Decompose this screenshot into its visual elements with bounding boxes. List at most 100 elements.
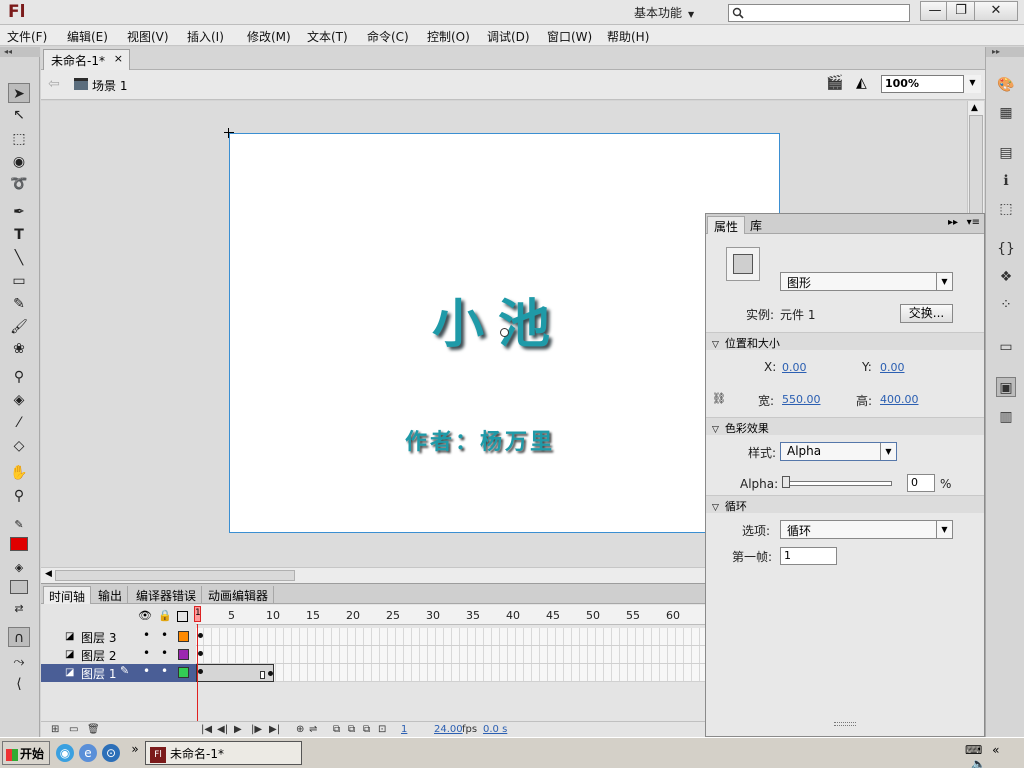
swatches-panel-icon[interactable]: ▦	[996, 103, 1016, 123]
frame-row-2[interactable]	[196, 646, 707, 664]
snap-to-objects-icon[interactable]: ∩	[8, 627, 30, 647]
style-select[interactable]: Alpha ▼	[780, 442, 897, 461]
vertical-scroll-thumb[interactable]	[969, 115, 983, 215]
lasso-tool-icon[interactable]: ➰	[8, 174, 30, 194]
keyframe[interactable]	[198, 669, 203, 674]
keyboard-icon[interactable]: ⌨	[965, 743, 982, 757]
modify-markers-icon[interactable]: ⊡	[378, 724, 386, 735]
rectangle-tool-icon[interactable]: ▭	[8, 271, 30, 291]
lock-icon[interactable]: 🔒	[158, 609, 172, 622]
play-icon[interactable]: ▶	[234, 724, 242, 735]
browser-quicklaunch-icon[interactable]: ◉	[56, 744, 74, 762]
document-tab[interactable]: 未命名-1* ×	[43, 49, 130, 70]
outline-icon[interactable]	[177, 611, 188, 622]
layer-lock-dot[interactable]: •	[161, 664, 168, 678]
properties-panel-icon[interactable]: ▣	[996, 377, 1016, 397]
straighten-icon[interactable]: ⟨	[8, 674, 30, 694]
zoom-dropdown-button[interactable]: ▼	[963, 75, 981, 93]
bone-tool-icon[interactable]: ⚲	[8, 367, 30, 387]
line-tool-icon[interactable]: ╲	[8, 248, 30, 268]
stage[interactable]: 小池 作者：杨万里	[229, 133, 780, 533]
zoom-tool-icon[interactable]: ⚲	[8, 486, 30, 506]
3d-rotation-tool-icon[interactable]: ◉	[8, 152, 30, 172]
hand-tool-icon[interactable]: ✋	[8, 463, 30, 483]
last-frame-icon[interactable]: ▶|	[269, 724, 280, 735]
poem-title-text[interactable]: 小池	[432, 282, 564, 357]
eyedropper-tool-icon[interactable]: ⁄	[8, 413, 30, 433]
alpha-slider-thumb[interactable]	[782, 476, 790, 488]
layer-outline-color[interactable]	[178, 631, 189, 642]
menu-file[interactable]: 文件(F)	[7, 28, 47, 45]
layer-row-1[interactable]: ◪ 图层 1 ✎ • •	[41, 664, 196, 682]
stage-horizontal-scrollbar[interactable]: ◀	[41, 567, 707, 583]
paint-bucket-tool-icon[interactable]: ◈	[8, 390, 30, 410]
smooth-icon[interactable]: ⤳	[8, 652, 30, 672]
collapse-panel-icon[interactable]: ▸▸	[948, 217, 958, 228]
fps-value[interactable]: 24.00	[434, 724, 463, 735]
layer-lock-dot[interactable]: •	[161, 628, 168, 642]
back-arrow-icon[interactable]: ⇦	[48, 76, 60, 92]
menu-commands[interactable]: 命令(C)	[367, 28, 409, 45]
lock-ratio-icon[interactable]: ⛓	[712, 392, 726, 405]
deco-tool-icon[interactable]: ❀	[8, 339, 30, 359]
edit-scene-icon[interactable]: 🎬	[826, 75, 843, 91]
new-layer-icon[interactable]: ⊞	[51, 724, 59, 735]
section-position-size[interactable]: ▽ 位置和大小	[706, 332, 984, 350]
tab-library[interactable]: 库	[744, 216, 768, 234]
player-quicklaunch-icon[interactable]: ⊙	[102, 744, 120, 762]
eraser-tool-icon[interactable]: ◇	[8, 436, 30, 456]
selection-tool-icon[interactable]: ➤	[8, 83, 30, 103]
more-quicklaunch-icon[interactable]: »	[126, 740, 144, 758]
tab-output[interactable]: 输出	[93, 586, 129, 604]
keyframe[interactable]	[198, 651, 203, 656]
menu-window[interactable]: 窗口(W)	[547, 28, 592, 45]
poem-author-text[interactable]: 作者：杨万里	[405, 424, 555, 456]
layer-outline-color[interactable]	[178, 667, 189, 678]
frame-row-1[interactable]	[196, 664, 707, 682]
collapse-tools-icon[interactable]: ◂◂	[0, 47, 40, 57]
subselection-tool-icon[interactable]: ↖	[8, 105, 30, 125]
scene-label[interactable]: 场景 1	[92, 77, 127, 94]
eye-icon[interactable]: 👁	[138, 609, 152, 622]
components-panel-icon[interactable]: ❖	[996, 267, 1016, 287]
current-frame-value[interactable]: 1	[401, 724, 407, 735]
new-folder-icon[interactable]: ▭	[69, 724, 78, 735]
prev-frame-icon[interactable]: ◀|	[217, 724, 228, 735]
onion-outline-icon[interactable]: ⧉	[348, 724, 355, 735]
maximize-button[interactable]: ❐	[946, 1, 976, 21]
menu-view[interactable]: 视图(V)	[127, 28, 169, 45]
menu-debug[interactable]: 调试(D)	[487, 28, 530, 45]
free-transform-tool-icon[interactable]: ⬚	[8, 129, 30, 149]
transform-panel-icon[interactable]: ⬚	[996, 199, 1016, 219]
align-panel-icon[interactable]: ▤	[996, 143, 1016, 163]
taskbar-flash-window[interactable]: Fl 未命名-1*	[145, 741, 302, 765]
tray-expand-icon[interactable]: «	[992, 743, 999, 757]
layer-row-3[interactable]: ◪ 图层 3 • •	[41, 628, 196, 646]
volume-icon[interactable]: 🔈	[971, 757, 986, 768]
menu-text[interactable]: 文本(T)	[307, 28, 348, 45]
edit-multiple-frames-icon[interactable]: ⧉	[363, 724, 370, 735]
playhead[interactable]: 1	[194, 606, 201, 622]
start-button[interactable]: 开始	[2, 741, 50, 765]
section-color-effect[interactable]: ▽ 色彩效果	[706, 417, 984, 435]
x-value[interactable]: 0.00	[782, 361, 807, 374]
scroll-left-icon[interactable]: ◀	[45, 569, 52, 579]
alpha-input[interactable]: 0	[907, 474, 935, 492]
library-panel-icon[interactable]: ▥	[996, 407, 1016, 427]
symbol-type-select[interactable]: 图形 ▼	[780, 272, 953, 291]
layer-row-2[interactable]: ◪ 图层 2 • •	[41, 646, 196, 664]
frame-row-3[interactable]	[196, 628, 707, 646]
workspace-selector[interactable]: 基本功能 ▼	[634, 4, 714, 21]
center-frame-icon[interactable]: ⊕	[296, 724, 304, 735]
tab-compiler-errors[interactable]: 编译器错误	[131, 586, 203, 604]
first-frame-input[interactable]: 1	[780, 547, 837, 565]
tab-motion-editor[interactable]: 动画编辑器	[203, 586, 275, 604]
ie-quicklaunch-icon[interactable]: e	[79, 744, 97, 762]
frame-ruler[interactable]: 5 10 15 20 25 30 35 40 45 50 55 60	[196, 605, 707, 625]
expand-panels-icon[interactable]: ▸▸	[986, 47, 1024, 57]
pencil-tool-icon[interactable]: ✎	[8, 294, 30, 314]
loop-icon[interactable]: ⇌	[309, 724, 317, 735]
layer-visibility-dot[interactable]: •	[143, 664, 150, 678]
delete-layer-icon[interactable]: 🗑	[87, 724, 100, 735]
swap-button[interactable]: 交换...	[900, 304, 953, 323]
